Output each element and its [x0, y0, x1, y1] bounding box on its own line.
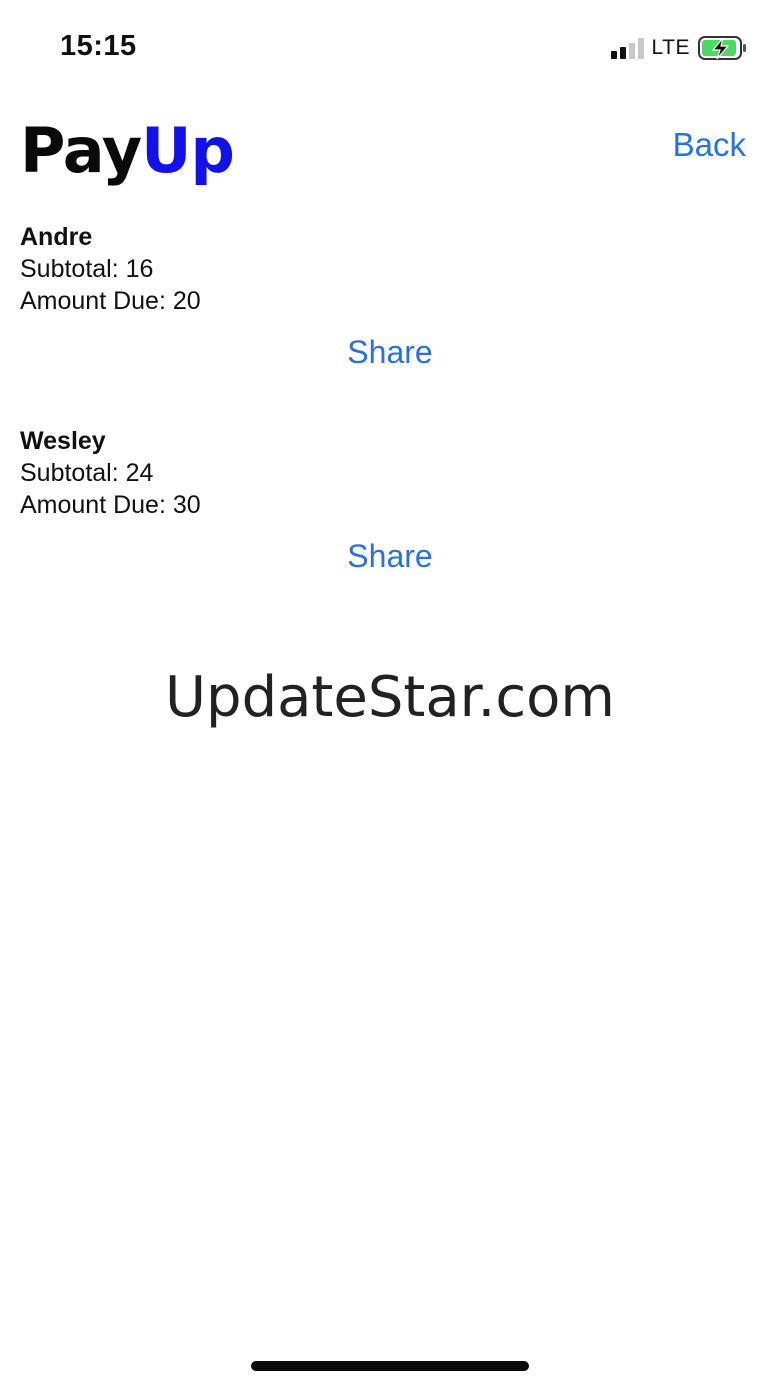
signal-icon: [610, 37, 644, 59]
home-indicator[interactable]: [251, 1361, 529, 1371]
status-icons: LTE: [610, 34, 748, 62]
amount-due-text: Amount Due: 20: [20, 287, 201, 315]
logo-pay-text: Pay: [20, 114, 142, 187]
person-name: Wesley: [20, 427, 106, 455]
battery-charging-icon: [698, 36, 746, 60]
share-button-andre[interactable]: Share: [20, 334, 760, 371]
subtotal-text: Subtotal: 16: [20, 255, 154, 283]
status-bar: 15:15 LTE: [0, 0, 780, 90]
person-name: Andre: [20, 223, 93, 251]
logo-up-text: Up: [141, 114, 235, 187]
subtotal-text: Subtotal: 24: [20, 459, 154, 487]
person-card-wesley: Wesley Subtotal: 24 Amount Due: 30: [20, 425, 760, 521]
network-label: LTE: [651, 36, 690, 59]
app-header: PayUp Back: [0, 110, 780, 200]
watermark-text: UpdateStar.com: [165, 665, 615, 730]
amount-due-text: Amount Due: 30: [20, 491, 201, 519]
person-card-andre: Andre Subtotal: 16 Amount Due: 20: [20, 221, 760, 317]
share-button-wesley[interactable]: Share: [20, 538, 760, 575]
payup-logo: PayUp: [20, 114, 235, 187]
status-time: 15:15: [60, 30, 137, 62]
back-button[interactable]: Back: [673, 126, 746, 164]
